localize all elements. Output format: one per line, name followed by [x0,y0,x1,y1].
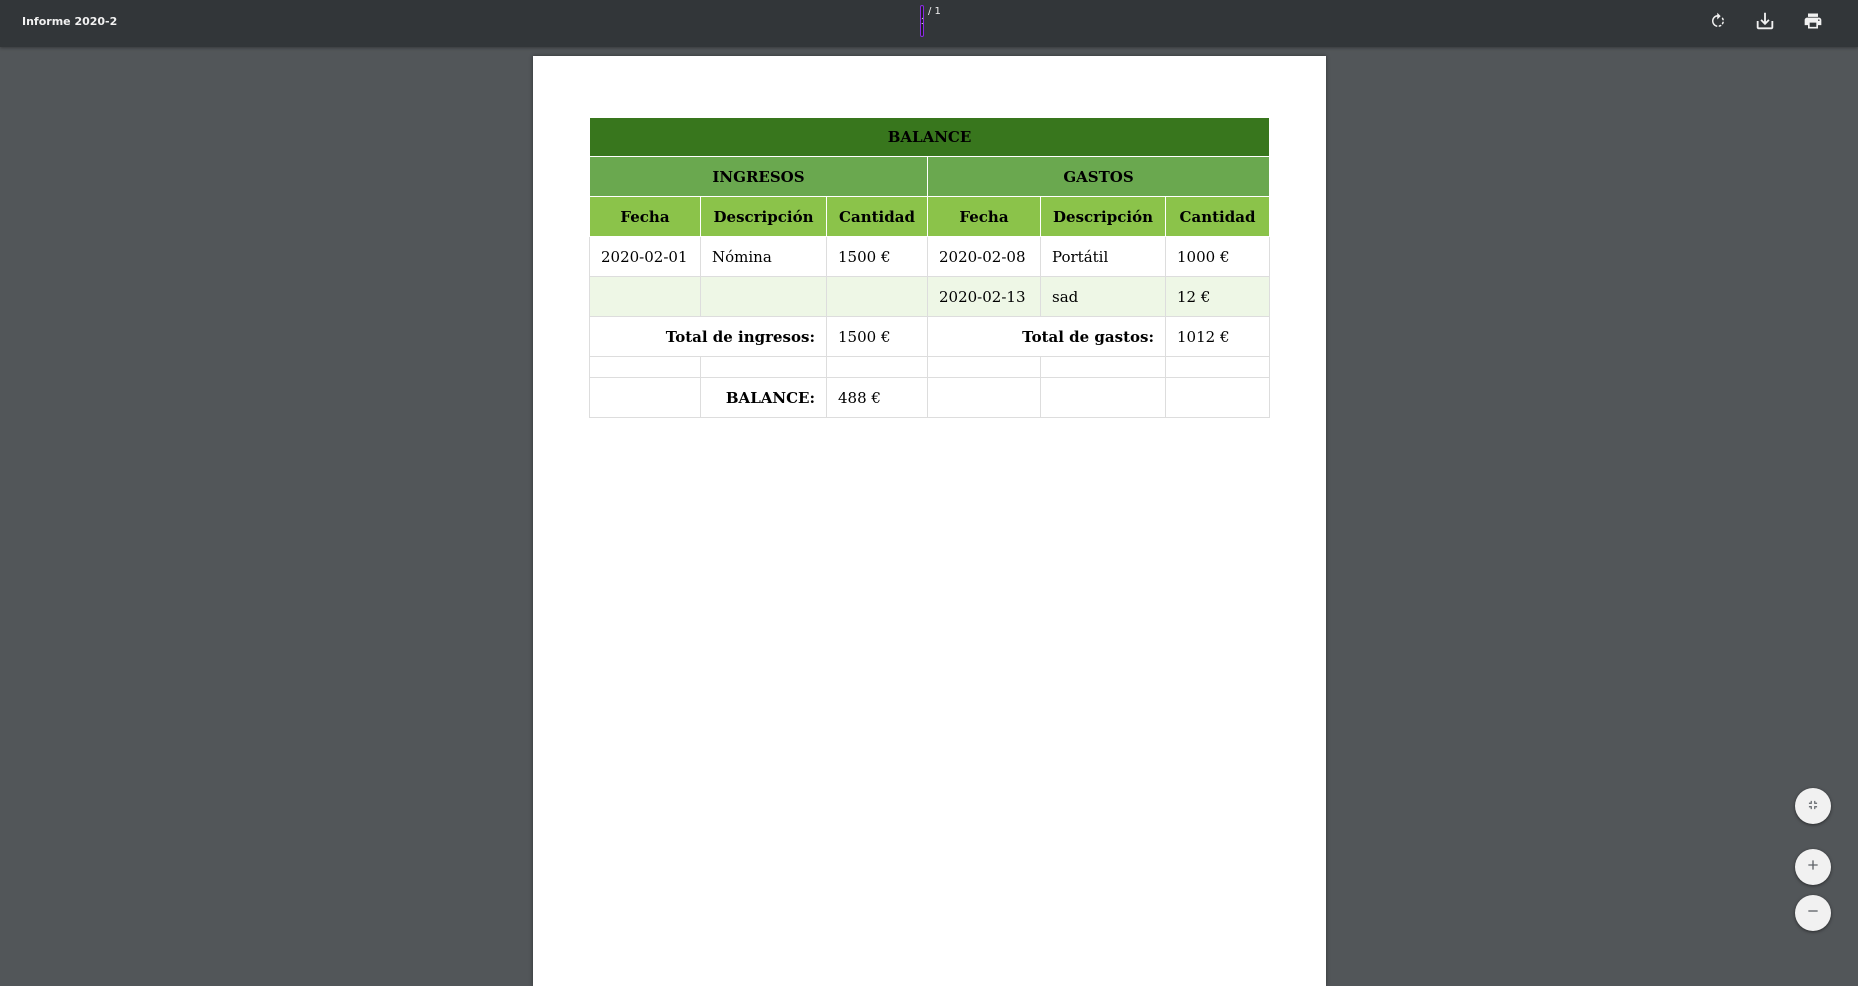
income-date [589,276,701,317]
table-row: 2020-02-01 Nómina 1500 € 2020-02-08 Port… [589,236,1270,277]
pdf-page: BALANCE INGRESOS GASTOS Fecha Descripció… [533,56,1326,986]
total-income-value: 1500 € [826,316,928,357]
expense-amount: 1000 € [1165,236,1270,277]
page-number-input[interactable] [920,5,924,37]
expense-header: GASTOS [927,156,1270,197]
zoom-in-icon [1805,857,1821,877]
download-icon [1754,10,1776,36]
expense-desc: Portátil [1040,236,1166,277]
expense-date: 2020-02-08 [927,236,1041,277]
balance-value: 488 € [826,377,928,418]
income-amount [826,276,928,317]
print-button[interactable] [1797,8,1829,38]
income-date: 2020-02-01 [589,236,701,277]
zoom-in-button[interactable] [1795,849,1831,885]
income-date-header: Fecha [589,196,701,237]
balance-table: BALANCE INGRESOS GASTOS Fecha Descripció… [589,117,1270,418]
expense-desc-header: Descripción [1040,196,1166,237]
income-desc: Nómina [700,236,827,277]
rotate-button[interactable] [1702,8,1734,38]
income-desc-header: Descripción [700,196,827,237]
fit-page-icon [1806,797,1820,816]
expense-desc: sad [1040,276,1166,317]
total-income-label: Total de ingresos: [589,316,827,357]
expense-amount-header: Cantidad [1165,196,1270,237]
total-expense-value: 1012 € [1165,316,1270,357]
balance-label: BALANCE: [700,377,827,418]
income-header: INGRESOS [589,156,928,197]
rotate-icon [1709,12,1727,34]
page-total: / 1 [928,6,941,17]
balance-row: BALANCE: 488 € [589,377,1270,418]
download-button[interactable] [1749,8,1781,38]
income-amount: 1500 € [826,236,928,277]
pdf-toolbar: Informe 2020-2 / 1 [0,0,1858,47]
total-expense-label: Total de gastos: [927,316,1166,357]
table-row: 2020-02-13 sad 12 € [589,276,1270,317]
spacer-row [589,356,1270,378]
page-indicator: / 1 [920,5,941,39]
expense-date: 2020-02-13 [927,276,1041,317]
zoom-out-button[interactable] [1795,895,1831,931]
income-desc [700,276,827,317]
zoom-out-icon [1805,903,1821,923]
expense-amount: 12 € [1165,276,1270,317]
totals-row: Total de ingresos: 1500 € Total de gasto… [589,316,1270,357]
fit-page-button[interactable] [1795,788,1831,824]
expense-date-header: Fecha [927,196,1041,237]
print-icon [1803,11,1823,35]
income-amount-header: Cantidad [826,196,928,237]
balance-title: BALANCE [589,117,1270,157]
document-title: Informe 2020-2 [22,15,118,28]
